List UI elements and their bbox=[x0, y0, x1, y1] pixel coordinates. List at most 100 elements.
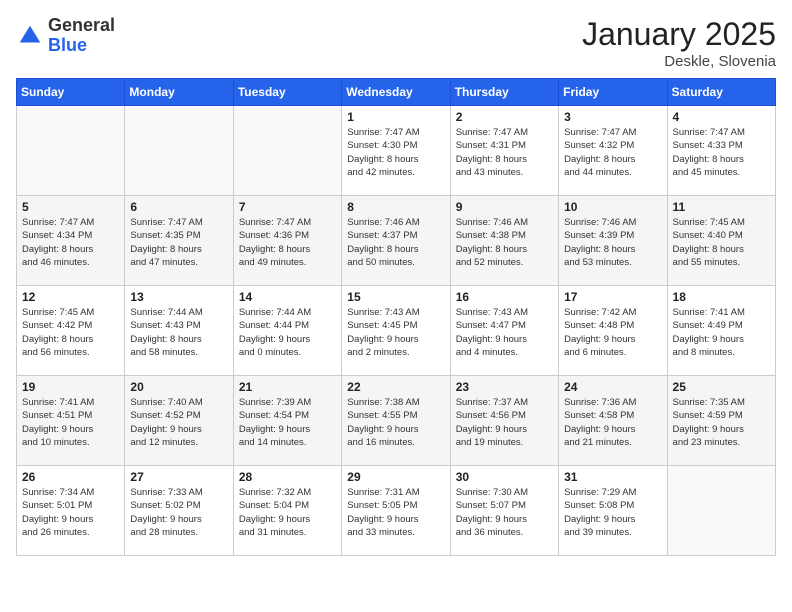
calendar-day-cell: 4 Sunrise: 7:47 AM Sunset: 4:33 PM Daylig… bbox=[667, 106, 775, 196]
day-info: Sunrise: 7:47 AM Sunset: 4:35 PM Dayligh… bbox=[130, 216, 227, 269]
day-info: Sunrise: 7:45 AM Sunset: 4:42 PM Dayligh… bbox=[22, 306, 119, 359]
day-number: 16 bbox=[456, 290, 553, 304]
day-info: Sunrise: 7:47 AM Sunset: 4:32 PM Dayligh… bbox=[564, 126, 661, 179]
day-info: Sunrise: 7:44 AM Sunset: 4:44 PM Dayligh… bbox=[239, 306, 336, 359]
day-number: 6 bbox=[130, 200, 227, 214]
day-info: Sunrise: 7:46 AM Sunset: 4:37 PM Dayligh… bbox=[347, 216, 444, 269]
day-number: 2 bbox=[456, 110, 553, 124]
calendar-week-row: 12 Sunrise: 7:45 AM Sunset: 4:42 PM Dayli… bbox=[17, 286, 776, 376]
day-number: 26 bbox=[22, 470, 119, 484]
day-number: 30 bbox=[456, 470, 553, 484]
logo-general-text: General bbox=[48, 15, 115, 35]
day-info: Sunrise: 7:35 AM Sunset: 4:59 PM Dayligh… bbox=[673, 396, 770, 449]
calendar-day-cell: 22 Sunrise: 7:38 AM Sunset: 4:55 PM Dayli… bbox=[342, 376, 450, 466]
day-info: Sunrise: 7:38 AM Sunset: 4:55 PM Dayligh… bbox=[347, 396, 444, 449]
day-number: 3 bbox=[564, 110, 661, 124]
day-info: Sunrise: 7:37 AM Sunset: 4:56 PM Dayligh… bbox=[456, 396, 553, 449]
calendar-day-cell: 19 Sunrise: 7:41 AM Sunset: 4:51 PM Dayli… bbox=[17, 376, 125, 466]
calendar-day-cell: 13 Sunrise: 7:44 AM Sunset: 4:43 PM Dayli… bbox=[125, 286, 233, 376]
day-number: 12 bbox=[22, 290, 119, 304]
day-info: Sunrise: 7:44 AM Sunset: 4:43 PM Dayligh… bbox=[130, 306, 227, 359]
calendar-week-row: 19 Sunrise: 7:41 AM Sunset: 4:51 PM Dayli… bbox=[17, 376, 776, 466]
calendar-table: SundayMondayTuesdayWednesdayThursdayFrid… bbox=[16, 78, 776, 556]
calendar-day-cell: 21Sunrise: 7:39 AM Sunset: 4:54 PM Dayli… bbox=[233, 376, 341, 466]
day-number: 28 bbox=[239, 470, 336, 484]
calendar-day-cell: 31 Sunrise: 7:29 AM Sunset: 5:08 PM Dayli… bbox=[559, 466, 667, 556]
calendar-day-cell: 9 Sunrise: 7:46 AM Sunset: 4:38 PM Daylig… bbox=[450, 196, 558, 286]
calendar-day-cell: 27Sunrise: 7:33 AM Sunset: 5:02 PM Dayli… bbox=[125, 466, 233, 556]
calendar-day-cell: 20 Sunrise: 7:40 AM Sunset: 4:52 PM Dayli… bbox=[125, 376, 233, 466]
day-info: Sunrise: 7:30 AM Sunset: 5:07 PM Dayligh… bbox=[456, 486, 553, 539]
calendar-day-cell: 16 Sunrise: 7:43 AM Sunset: 4:47 PM Dayli… bbox=[450, 286, 558, 376]
calendar-day-cell: 10 Sunrise: 7:46 AM Sunset: 4:39 PM Dayli… bbox=[559, 196, 667, 286]
day-number: 10 bbox=[564, 200, 661, 214]
page-header: General Blue January 2025 Deskle, Sloven… bbox=[16, 16, 776, 70]
calendar-day-cell: 23 Sunrise: 7:37 AM Sunset: 4:56 PM Dayli… bbox=[450, 376, 558, 466]
day-number: 15 bbox=[347, 290, 444, 304]
calendar-day-cell: 18 Sunrise: 7:41 AM Sunset: 4:49 PM Dayli… bbox=[667, 286, 775, 376]
day-number: 13 bbox=[130, 290, 227, 304]
calendar-day-cell: 6 Sunrise: 7:47 AM Sunset: 4:35 PM Daylig… bbox=[125, 196, 233, 286]
day-number: 19 bbox=[22, 380, 119, 394]
calendar-day-cell bbox=[125, 106, 233, 196]
calendar-day-cell bbox=[667, 466, 775, 556]
location-subtitle: Deskle, Slovenia bbox=[582, 53, 776, 70]
day-info: Sunrise: 7:34 AM Sunset: 5:01 PM Dayligh… bbox=[22, 486, 119, 539]
calendar-week-row: 1Sunrise: 7:47 AM Sunset: 4:30 PM Daylig… bbox=[17, 106, 776, 196]
day-info: Sunrise: 7:41 AM Sunset: 4:49 PM Dayligh… bbox=[673, 306, 770, 359]
day-number: 7 bbox=[239, 200, 336, 214]
day-info: Sunrise: 7:40 AM Sunset: 4:52 PM Dayligh… bbox=[130, 396, 227, 449]
day-number: 17 bbox=[564, 290, 661, 304]
day-number: 20 bbox=[130, 380, 227, 394]
day-info: Sunrise: 7:41 AM Sunset: 4:51 PM Dayligh… bbox=[22, 396, 119, 449]
calendar-day-cell: 26 Sunrise: 7:34 AM Sunset: 5:01 PM Dayli… bbox=[17, 466, 125, 556]
day-number: 22 bbox=[347, 380, 444, 394]
calendar-day-cell: 29 Sunrise: 7:31 AM Sunset: 5:05 PM Dayli… bbox=[342, 466, 450, 556]
calendar-week-row: 26 Sunrise: 7:34 AM Sunset: 5:01 PM Dayli… bbox=[17, 466, 776, 556]
weekday-header: Friday bbox=[559, 79, 667, 106]
weekday-header: Saturday bbox=[667, 79, 775, 106]
calendar-day-cell: 11Sunrise: 7:45 AM Sunset: 4:40 PM Dayli… bbox=[667, 196, 775, 286]
day-info: Sunrise: 7:31 AM Sunset: 5:05 PM Dayligh… bbox=[347, 486, 444, 539]
calendar-day-cell: 12 Sunrise: 7:45 AM Sunset: 4:42 PM Dayli… bbox=[17, 286, 125, 376]
day-info: Sunrise: 7:47 AM Sunset: 4:36 PM Dayligh… bbox=[239, 216, 336, 269]
calendar-day-cell: 7 Sunrise: 7:47 AM Sunset: 4:36 PM Daylig… bbox=[233, 196, 341, 286]
day-number: 4 bbox=[673, 110, 770, 124]
day-info: Sunrise: 7:47 AM Sunset: 4:33 PM Dayligh… bbox=[673, 126, 770, 179]
day-number: 31 bbox=[564, 470, 661, 484]
weekday-header: Sunday bbox=[17, 79, 125, 106]
day-number: 9 bbox=[456, 200, 553, 214]
day-info: Sunrise: 7:46 AM Sunset: 4:39 PM Dayligh… bbox=[564, 216, 661, 269]
weekday-header-row: SundayMondayTuesdayWednesdayThursdayFrid… bbox=[17, 79, 776, 106]
month-title: January 2025 bbox=[582, 16, 776, 53]
day-number: 29 bbox=[347, 470, 444, 484]
day-info: Sunrise: 7:36 AM Sunset: 4:58 PM Dayligh… bbox=[564, 396, 661, 449]
day-info: Sunrise: 7:45 AM Sunset: 4:40 PM Dayligh… bbox=[673, 216, 770, 269]
logo-blue-text: Blue bbox=[48, 35, 87, 55]
calendar-day-cell: 17 Sunrise: 7:42 AM Sunset: 4:48 PM Dayli… bbox=[559, 286, 667, 376]
day-number: 14 bbox=[239, 290, 336, 304]
calendar-day-cell: 3 Sunrise: 7:47 AM Sunset: 4:32 PM Daylig… bbox=[559, 106, 667, 196]
day-number: 18 bbox=[673, 290, 770, 304]
logo: General Blue bbox=[16, 16, 115, 56]
calendar-day-cell: 14 Sunrise: 7:44 AM Sunset: 4:44 PM Dayli… bbox=[233, 286, 341, 376]
day-number: 23 bbox=[456, 380, 553, 394]
day-number: 5 bbox=[22, 200, 119, 214]
calendar-day-cell bbox=[233, 106, 341, 196]
calendar-day-cell: 24Sunrise: 7:36 AM Sunset: 4:58 PM Dayli… bbox=[559, 376, 667, 466]
day-info: Sunrise: 7:43 AM Sunset: 4:47 PM Dayligh… bbox=[456, 306, 553, 359]
calendar-day-cell: 5 Sunrise: 7:47 AM Sunset: 4:34 PM Daylig… bbox=[17, 196, 125, 286]
day-info: Sunrise: 7:43 AM Sunset: 4:45 PM Dayligh… bbox=[347, 306, 444, 359]
day-info: Sunrise: 7:47 AM Sunset: 4:34 PM Dayligh… bbox=[22, 216, 119, 269]
day-info: Sunrise: 7:39 AM Sunset: 4:54 PM Dayligh… bbox=[239, 396, 336, 449]
day-info: Sunrise: 7:29 AM Sunset: 5:08 PM Dayligh… bbox=[564, 486, 661, 539]
title-area: January 2025 Deskle, Slovenia bbox=[582, 16, 776, 70]
day-info: Sunrise: 7:47 AM Sunset: 4:31 PM Dayligh… bbox=[456, 126, 553, 179]
day-number: 25 bbox=[673, 380, 770, 394]
weekday-header: Tuesday bbox=[233, 79, 341, 106]
calendar-day-cell: 30 Sunrise: 7:30 AM Sunset: 5:07 PM Dayli… bbox=[450, 466, 558, 556]
calendar-day-cell: 1Sunrise: 7:47 AM Sunset: 4:30 PM Daylig… bbox=[342, 106, 450, 196]
day-info: Sunrise: 7:46 AM Sunset: 4:38 PM Dayligh… bbox=[456, 216, 553, 269]
weekday-header: Monday bbox=[125, 79, 233, 106]
day-info: Sunrise: 7:42 AM Sunset: 4:48 PM Dayligh… bbox=[564, 306, 661, 359]
